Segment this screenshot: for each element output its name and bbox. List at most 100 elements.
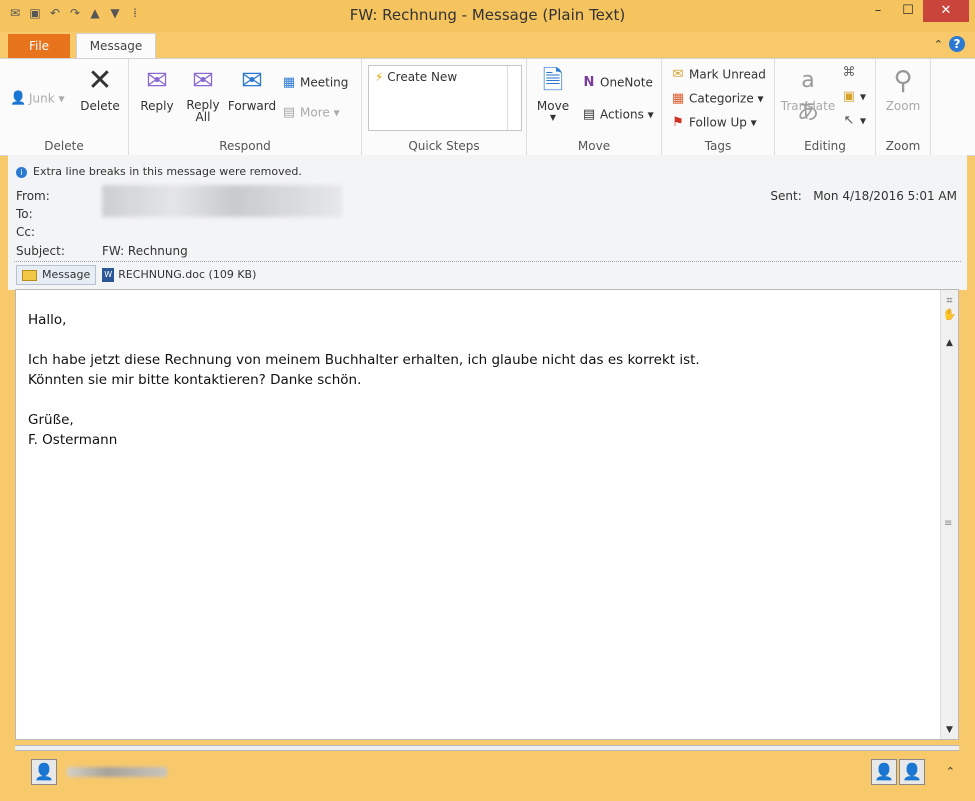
ribbon: 👤 Junk ▾ ✕ Delete Delete ✉ Reply ✉ Reply …	[0, 58, 975, 156]
group-label-quick-steps: Quick Steps	[408, 139, 480, 153]
help-icon[interactable]: ?	[949, 36, 965, 52]
translate-button[interactable]: aあ Translate	[779, 65, 837, 125]
reply-all-icon: ✉	[192, 66, 214, 96]
cc-label: Cc:	[16, 225, 36, 239]
window-controls: – ☐ ✕	[863, 0, 969, 22]
message-text: Hallo, Ich habe jetzt diese Rechnung von…	[28, 312, 700, 448]
scroll-grip-icon[interactable]: ≡	[944, 518, 952, 529]
scroll-down-icon[interactable]: ▼	[942, 723, 957, 737]
info-icon: i	[16, 167, 27, 178]
message-view-button[interactable]: Message	[16, 265, 97, 285]
tab-message[interactable]: Message	[76, 33, 156, 59]
minimize-button[interactable]: –	[863, 0, 893, 22]
junk-icon: 👤	[10, 91, 27, 106]
group-label-delete: Delete	[44, 139, 84, 153]
actions-button[interactable]: ▤ Actions ▾	[581, 107, 654, 123]
delete-button[interactable]: ✕ Delete	[80, 63, 120, 114]
redacted-addresses	[102, 185, 342, 217]
onenote-icon: N	[583, 75, 595, 90]
word-doc-icon: W	[102, 268, 115, 282]
scroll-up-icon[interactable]: ▲	[942, 336, 957, 350]
meeting-button[interactable]: ▦ Meeting	[281, 75, 349, 91]
select-button[interactable]: ↖ ▾	[841, 113, 866, 129]
group-label-move: Move	[577, 139, 611, 153]
select-tool-icon[interactable]: ⌗	[942, 294, 957, 308]
message-header: i Extra line breaks in this message were …	[8, 155, 967, 290]
envelope-icon	[22, 269, 37, 281]
attachment-row: Message W RECHNUNG.doc (109 KB)	[16, 265, 256, 285]
redacted-sender-name	[67, 767, 167, 777]
follow-up-button[interactable]: ⚑ Follow Up ▾	[670, 115, 757, 131]
actions-icon: ▤	[582, 107, 596, 122]
window-title: FW: Rechnung - Message (Plain Text)	[349, 6, 626, 24]
contact-avatar-icon[interactable]: 👤	[871, 759, 897, 785]
more-icon: ▤	[282, 105, 296, 120]
group-respond: ✉ Reply ✉ Reply All ✉ Forward ▦ Meeting ▤…	[129, 59, 362, 155]
calendar-icon: ▦	[282, 75, 296, 90]
find-button[interactable]: ⌘	[841, 65, 860, 81]
expand-people-icon[interactable]: ⌃	[946, 765, 955, 778]
dropdown-arrow-icon: ▼	[549, 113, 557, 122]
reply-button[interactable]: ✉ Reply	[137, 65, 177, 113]
group-label-editing: Editing	[804, 139, 846, 153]
group-quick-steps: ⚡ Create New Quick Steps	[362, 59, 527, 155]
zoom-button[interactable]: ⚲ Zoom	[882, 65, 924, 113]
people-pane: 👤 👤 👤 ⌃	[15, 745, 959, 795]
collapse-ribbon-icon[interactable]: ⌃	[934, 38, 943, 51]
group-label-respond: Respond	[219, 139, 271, 153]
group-zoom: ⚲ Zoom Zoom	[876, 59, 931, 155]
info-bar[interactable]: i Extra line breaks in this message were …	[16, 165, 302, 178]
envelope-icon: ✉	[672, 67, 684, 82]
related-button[interactable]: ▣ ▾	[841, 89, 866, 105]
create-new-quickstep[interactable]: ⚡ Create New	[375, 70, 457, 84]
group-tags: ✉ Mark Unread ▦ Categorize ▾ ⚑ Follow Up ▾ …	[662, 59, 775, 155]
delete-x-icon: ✕	[87, 63, 113, 98]
quick-steps-scroll[interactable]	[507, 66, 521, 130]
reply-all-button[interactable]: ✉ Reply All	[183, 65, 223, 123]
categorize-icon: ▦	[671, 91, 685, 106]
ribbon-tabs: File Message ⌃ ?	[0, 32, 975, 59]
categorize-button[interactable]: ▦ Categorize ▾	[670, 91, 764, 107]
group-label-tags: Tags	[704, 139, 732, 153]
attachment-file[interactable]: W RECHNUNG.doc (109 KB)	[102, 268, 256, 282]
group-editing: aあ Translate ⌘ ▣ ▾ ↖ ▾ Editing	[775, 59, 876, 155]
forward-button[interactable]: ✉ Forward	[227, 65, 277, 113]
cursor-icon: ↖	[843, 113, 855, 128]
ribbon-controls: ⌃ ?	[934, 36, 965, 52]
onenote-button[interactable]: N OneNote	[581, 75, 653, 91]
close-button[interactable]: ✕	[923, 0, 969, 22]
forward-icon: ✉	[241, 66, 263, 96]
mark-unread-button[interactable]: ✉ Mark Unread	[670, 67, 766, 83]
from-label: From:	[16, 189, 50, 203]
quick-steps-gallery[interactable]: ⚡ Create New	[368, 65, 522, 131]
more-respond-button[interactable]: ▤ More ▾	[281, 105, 340, 121]
outlook-message-window: ✉ ▣ ↶ ↷ ▲ ▼ ⁞ FW: Rechnung - Message (Pl…	[0, 0, 975, 801]
to-label: To:	[16, 207, 33, 221]
subject-value: FW: Rechnung	[102, 244, 188, 258]
related-icon: ▣	[842, 89, 856, 104]
sender-avatar-icon[interactable]: 👤	[31, 759, 57, 785]
people-pane-splitter[interactable]	[15, 745, 959, 751]
scroll-tools: ⌗ ✋	[942, 294, 957, 322]
lightning-icon: ⚡	[375, 70, 384, 84]
hand-tool-icon[interactable]: ✋	[942, 308, 957, 322]
magnifier-icon: ⚲	[893, 66, 913, 96]
sent-date: Mon 4/18/2016 5:01 AM	[813, 189, 957, 203]
message-body[interactable]: Hallo, Ich habe jetzt diese Rechnung von…	[15, 289, 959, 740]
vertical-scrollbar[interactable]: ⌗ ✋ ▲ ≡ ▼	[940, 290, 958, 739]
contact-avatar-icon-2[interactable]: 👤	[899, 759, 925, 785]
subject-label: Subject:	[16, 244, 65, 258]
move-button[interactable]: 🗎 Move ▼	[533, 65, 573, 122]
group-move: 🗎 Move ▼ N OneNote ▤ Actions ▾ Move	[527, 59, 662, 155]
title-bar: ✉ ▣ ↶ ↷ ▲ ▼ ⁞ FW: Rechnung - Message (Pl…	[0, 0, 975, 32]
reply-icon: ✉	[146, 66, 168, 96]
group-label-zoom: Zoom	[885, 139, 921, 153]
translate-icon: aあ	[796, 68, 819, 125]
flag-icon: ⚑	[672, 115, 684, 130]
sent-info: Sent: Mon 4/18/2016 5:01 AM	[770, 189, 957, 203]
tab-file[interactable]: File	[8, 34, 70, 58]
maximize-button[interactable]: ☐	[893, 0, 923, 22]
group-delete: 👤 Junk ▾ ✕ Delete Delete	[0, 59, 129, 155]
divider	[14, 261, 961, 262]
junk-button[interactable]: 👤 Junk ▾	[10, 91, 65, 107]
